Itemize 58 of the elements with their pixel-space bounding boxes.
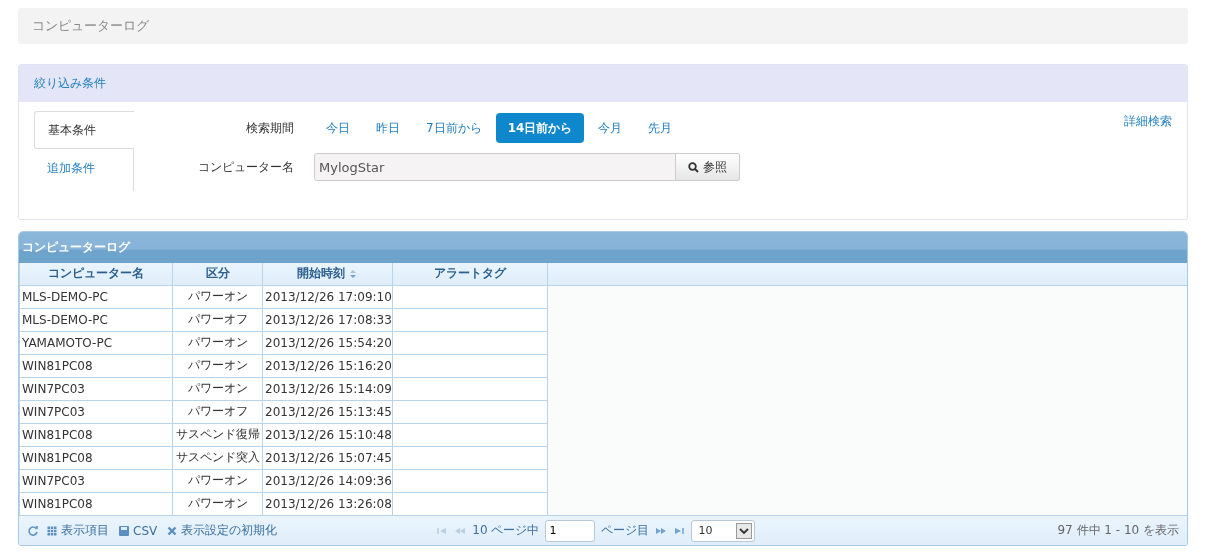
column-header[interactable]: アラートタグ	[392, 263, 548, 285]
first-page-icon[interactable]	[436, 525, 449, 536]
page-count: 10 ページ中	[472, 522, 540, 539]
period-button[interactable]: 今日	[314, 113, 362, 143]
grid-title: コンピューターログ	[19, 232, 1187, 263]
computer-label: コンピューター名	[197, 158, 295, 176]
column-header[interactable]: 開始時刻	[262, 263, 393, 285]
period-button[interactable]: 今月	[586, 113, 635, 143]
close-icon	[167, 525, 178, 536]
period-button[interactable]: 7日前から	[414, 113, 494, 143]
page-field[interactable]: 1	[545, 519, 596, 542]
period-button[interactable]: 昨日	[364, 113, 412, 143]
table-cell: 2013/12/26 15:10:48	[262, 423, 393, 446]
advanced-search-link[interactable]: 詳細検索	[1124, 113, 1172, 130]
filter-header: 絞り込み条件	[19, 65, 1187, 102]
period-label: 検索期間	[245, 119, 295, 137]
grid-icon	[47, 525, 57, 536]
table-cell: 2013/12/26 13:26:08	[262, 492, 393, 515]
last-page-icon[interactable]	[673, 525, 686, 536]
period-button[interactable]: 先月	[636, 113, 685, 143]
table-cell: MLS-DEMO-PC	[19, 285, 173, 308]
table-cell: MLS-DEMO-PC	[19, 308, 173, 331]
table-cell: WIN7PC03	[19, 400, 173, 423]
refresh-icon[interactable]	[27, 524, 39, 537]
page-title: コンピューターログ	[18, 8, 1188, 44]
period-button[interactable]: 14日前から	[495, 113, 585, 143]
computer-field[interactable]: MylogStar	[314, 153, 676, 181]
filter-tab[interactable]: 基本条件	[34, 111, 134, 149]
save-icon	[119, 525, 129, 536]
table-cell: WIN81PC08	[19, 446, 173, 469]
filter-tab[interactable]: 追加条件	[34, 149, 133, 187]
column-header[interactable]: コンピューター名	[19, 263, 173, 285]
table-cell: 2013/12/26 15:14:09	[262, 377, 393, 400]
table-cell: 2013/12/26 15:16:20	[262, 354, 393, 377]
table-cell: 2013/12/26 15:07:45	[262, 446, 393, 469]
table-cell: 2013/12/26 17:08:33	[262, 308, 393, 331]
table-cell: 2013/12/26 14:09:36	[262, 469, 393, 492]
table-cell: WIN7PC03	[19, 377, 173, 400]
table-cell: WIN7PC03	[19, 469, 173, 492]
table-cell: WIN81PC08	[19, 423, 173, 446]
reset-button[interactable]: 表示設定の初期化	[165, 522, 280, 539]
column-header[interactable]: 区分	[172, 263, 263, 285]
page-size-select[interactable]: 10	[691, 519, 756, 542]
table-cell: YAMAMOTO-PC	[19, 331, 173, 354]
columns-button[interactable]: 表示項目	[45, 522, 111, 539]
record-summary: 97 件中 1 - 10 を表示	[1057, 522, 1179, 539]
csv-button[interactable]: CSV	[117, 523, 160, 538]
table-cell: WIN81PC08	[19, 492, 173, 515]
browse-button[interactable]: 参照	[676, 153, 740, 181]
table-cell: 2013/12/26 15:13:45	[262, 400, 393, 423]
previous-page-icon[interactable]	[454, 525, 467, 536]
next-page-icon[interactable]	[655, 525, 668, 536]
table-cell: 2013/12/26 15:54:20	[262, 331, 393, 354]
table-cell: WIN81PC08	[19, 354, 173, 377]
page-suffix: ページ目	[601, 522, 650, 539]
table-cell: 2013/12/26 17:09:10	[262, 285, 393, 308]
search-icon	[688, 161, 699, 173]
caret-icon	[736, 522, 753, 539]
